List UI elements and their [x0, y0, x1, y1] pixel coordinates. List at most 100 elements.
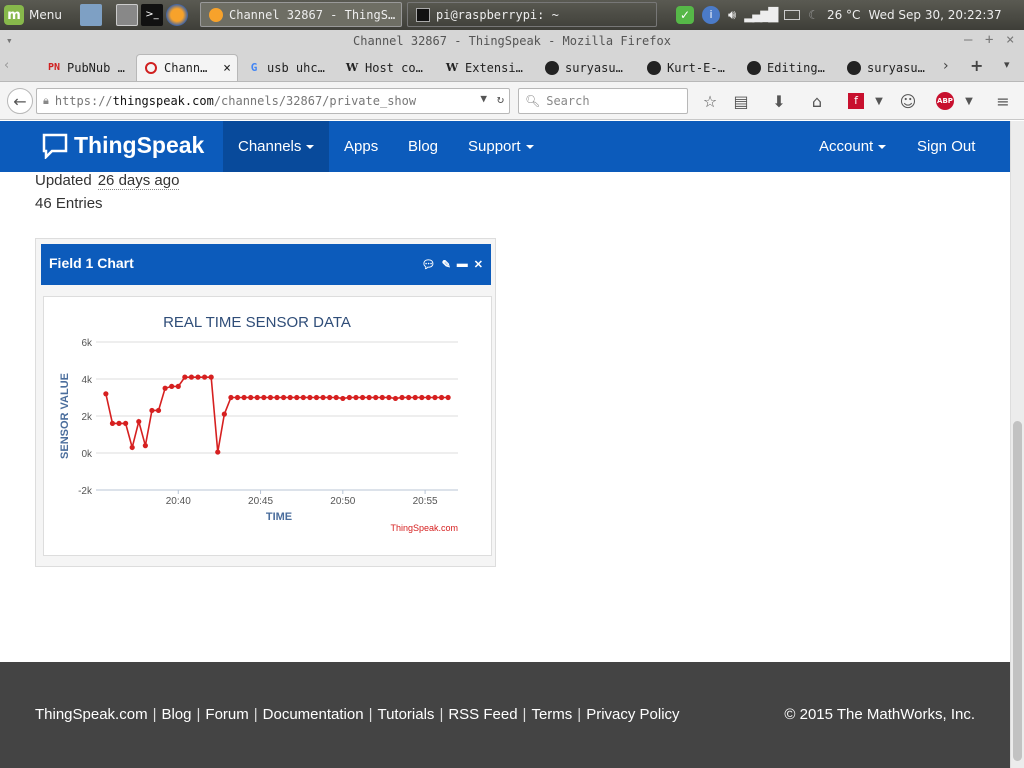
data-point[interactable] — [346, 394, 352, 401]
task-firefox[interactable]: Channel 32867 - ThingS… — [200, 2, 402, 27]
data-point[interactable] — [155, 407, 162, 414]
minimize-widget-icon[interactable]: ▬ — [457, 258, 468, 271]
data-point[interactable] — [162, 385, 168, 391]
search-bar[interactable]: 🔍︎ Search — [518, 88, 688, 114]
tab-github-1[interactable]: suryasu… — [538, 54, 636, 81]
data-point[interactable] — [379, 394, 385, 401]
data-point[interactable] — [412, 394, 418, 401]
tab-extensi[interactable]: W Extensi… — [438, 54, 534, 81]
url-history-dropdown-icon[interactable]: ▼ — [480, 92, 487, 105]
data-point[interactable] — [359, 394, 366, 401]
data-point[interactable] — [294, 394, 300, 401]
footer-link[interactable]: Forum — [205, 706, 248, 723]
data-point[interactable] — [116, 420, 122, 426]
data-point[interactable] — [406, 394, 412, 401]
data-point[interactable] — [373, 394, 379, 401]
tab-scroll-right-icon[interactable]: › — [943, 58, 949, 74]
page-scrollbar[interactable] — [1010, 121, 1024, 768]
network-signal-icon[interactable]: ▂▄▆█ — [744, 8, 778, 23]
data-point[interactable] — [399, 394, 405, 401]
tab-host[interactable]: W Host co… — [338, 54, 434, 81]
data-point[interactable] — [432, 394, 438, 401]
reading-list-icon[interactable]: ▤ — [730, 90, 752, 112]
data-point[interactable] — [142, 443, 148, 449]
footer-link[interactable]: RSS Feed — [448, 706, 517, 723]
terminal-icon[interactable]: >_ — [141, 4, 163, 26]
nav-blog[interactable]: Blog — [393, 121, 453, 172]
thingspeak-logo[interactable]: ThingSpeak — [42, 132, 204, 159]
data-point[interactable] — [188, 374, 195, 380]
data-point[interactable] — [438, 394, 445, 401]
chat-icon[interactable]: ☺ — [897, 90, 919, 112]
data-point[interactable] — [215, 449, 221, 455]
nav-account[interactable]: Account — [804, 121, 901, 172]
footer-link[interactable]: Terms — [531, 706, 572, 723]
maximize-icon[interactable]: + — [985, 32, 993, 48]
clock[interactable]: Wed Sep 30, 20:22:37 — [868, 8, 1001, 22]
new-tab-icon[interactable]: + — [970, 56, 983, 75]
tab-github-4[interactable]: suryasu… — [840, 54, 936, 81]
task-terminal[interactable]: pi@raspberrypi: ~ — [407, 2, 657, 27]
data-point[interactable] — [202, 374, 208, 380]
data-point[interactable] — [267, 394, 274, 401]
footer-link[interactable]: Blog — [161, 706, 191, 723]
data-point[interactable] — [274, 394, 280, 401]
downloads-icon[interactable]: ⬇ — [768, 90, 790, 112]
start-menu-button[interactable]: m Menu — [4, 3, 62, 27]
nav-apps[interactable]: Apps — [329, 121, 393, 172]
footer-link[interactable]: Documentation — [263, 706, 364, 723]
data-point[interactable] — [169, 383, 175, 389]
data-point[interactable] — [254, 394, 260, 401]
back-icon[interactable]: ← — [7, 88, 33, 114]
data-point[interactable] — [307, 394, 313, 401]
tab-github-2[interactable]: Kurt-E-… — [640, 54, 736, 81]
shield-info-icon[interactable]: i — [702, 6, 720, 24]
data-point[interactable] — [129, 444, 135, 451]
adblock-icon[interactable]: ABP — [934, 90, 956, 112]
data-point[interactable] — [195, 374, 201, 380]
firefox-icon[interactable] — [166, 4, 188, 26]
tab-usb[interactable]: G usb uhc… — [240, 54, 336, 81]
data-point[interactable] — [123, 420, 129, 426]
bookmark-star-icon[interactable]: ☆ — [699, 90, 721, 112]
data-point[interactable] — [175, 383, 181, 389]
update-manager-icon[interactable]: ✓ — [676, 6, 694, 24]
file-manager-icon[interactable] — [116, 4, 138, 26]
nav-channels[interactable]: Channels — [223, 121, 329, 172]
data-point[interactable] — [287, 394, 293, 401]
data-point[interactable] — [136, 418, 142, 425]
data-point[interactable] — [280, 394, 287, 401]
data-point[interactable] — [300, 394, 306, 401]
close-tab-icon[interactable]: × — [223, 61, 231, 76]
tab-list-icon[interactable]: ▾ — [1004, 58, 1010, 71]
nav-sign-out[interactable]: Sign Out — [902, 121, 990, 172]
hamburger-menu-icon[interactable]: ≡ — [992, 90, 1014, 112]
footer-link[interactable]: Privacy Policy — [586, 706, 679, 723]
flash-icon[interactable]: f — [845, 90, 867, 112]
home-icon[interactable]: ⌂ — [806, 90, 828, 112]
tab-channel[interactable]: Chann… × — [136, 54, 238, 81]
data-point[interactable] — [445, 394, 451, 401]
reload-icon[interactable]: ↻ — [497, 92, 504, 106]
tab-pubnub[interactable]: PN PubNub … — [40, 54, 132, 81]
data-point[interactable] — [248, 394, 254, 401]
flash-dropdown-icon[interactable]: ▼ — [868, 90, 890, 112]
data-point[interactable] — [366, 394, 372, 401]
battery-icon[interactable] — [784, 10, 801, 20]
data-point[interactable] — [333, 394, 339, 401]
data-point[interactable] — [221, 411, 227, 417]
data-point[interactable] — [386, 394, 392, 401]
minimize-icon[interactable]: – — [964, 32, 972, 48]
data-point[interactable] — [327, 394, 333, 401]
data-point[interactable] — [313, 394, 320, 401]
nav-support[interactable]: Support — [453, 121, 549, 172]
data-point[interactable] — [261, 394, 267, 401]
data-point[interactable] — [228, 394, 234, 401]
data-point[interactable] — [109, 420, 116, 426]
show-desktop-icon[interactable] — [80, 4, 102, 26]
data-point[interactable] — [208, 374, 214, 380]
close-window-icon[interactable]: × — [1006, 32, 1014, 48]
data-point[interactable] — [149, 407, 155, 414]
pencil-icon[interactable]: ✎ — [442, 258, 451, 271]
data-point[interactable] — [103, 391, 109, 397]
